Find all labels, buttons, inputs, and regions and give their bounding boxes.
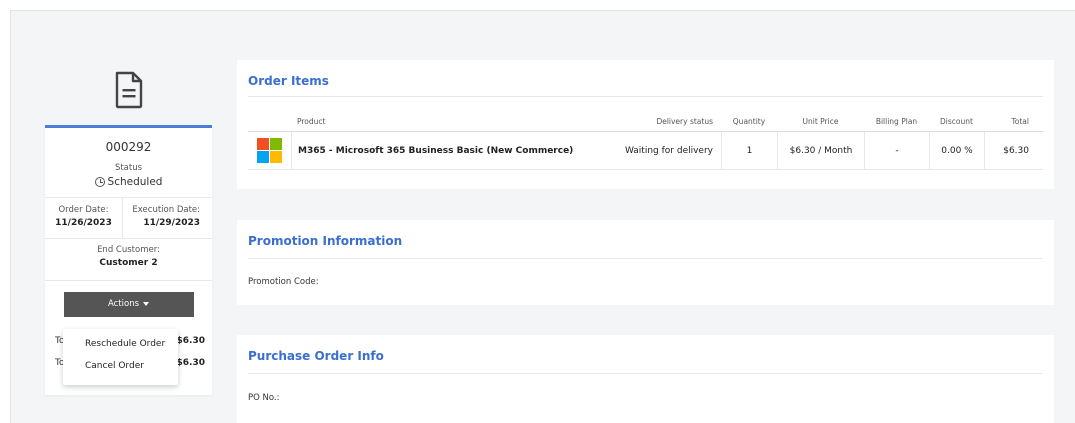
table-row: M365 - Microsoft 365 Business Basic (New… (248, 132, 1043, 170)
order-items-title: Order Items (248, 74, 329, 88)
total-value: $6.30 (176, 358, 205, 368)
end-customer-label: End Customer: (97, 245, 160, 255)
status-value: Scheduled (45, 176, 212, 188)
actions-label: Actions (107, 299, 140, 309)
actions-button[interactable]: Actions (63, 292, 194, 317)
header-total: Total (1011, 117, 1029, 126)
header-billing-plan: Billing Plan (875, 117, 918, 126)
table-header: Product Delivery status Quantity Unit Pr… (248, 112, 1043, 132)
discount: 0.00 % (929, 132, 984, 169)
promotion-title: Promotion Information (248, 234, 403, 248)
header-quantity: Quantity (732, 117, 766, 126)
execution-date-label: Execution Date: (132, 205, 200, 215)
billing-plan: - (864, 132, 929, 169)
promotion-code-label: Promotion Code: (248, 277, 319, 287)
status-text: Scheduled (107, 176, 163, 188)
order-items-panel: Order Items Product Delivery status Quan… (237, 60, 1054, 189)
logo-green-square (270, 138, 282, 150)
delivery-status: Waiting for delivery (624, 145, 713, 156)
purchase-order-title: Purchase Order Info (248, 349, 384, 363)
execution-date: Execution Date: 11/29/2023 (123, 198, 212, 238)
order-date-value: 11/26/2023 (55, 218, 112, 228)
document-icon (115, 71, 142, 109)
caret-down-icon (143, 301, 150, 306)
divider (248, 96, 1043, 97)
promotion-panel: Promotion Information Promotion Code: (237, 220, 1054, 305)
order-items-table: Product Delivery status Quantity Unit Pr… (248, 112, 1043, 170)
divider (248, 373, 1043, 374)
logo-red-square (257, 138, 269, 150)
microsoft-logo-icon (257, 138, 282, 163)
header-product: Product (297, 117, 326, 126)
quantity: 1 (721, 132, 777, 169)
order-date-label: Order Date: (58, 205, 109, 215)
status-label: Status (114, 163, 143, 173)
clock-icon (94, 177, 105, 187)
logo-yellow-square (270, 151, 282, 163)
header-unit-price: Unit Price (802, 117, 839, 126)
po-number-label: PO No.: (248, 393, 280, 403)
header-discount: Discount (940, 117, 973, 126)
purchase-order-panel: Purchase Order Info PO No.: (237, 335, 1054, 423)
order-dates: Order Date: 11/26/2023 Execution Date: 1… (45, 197, 212, 239)
line-total: $6.30 (984, 132, 1029, 169)
header-delivery-status: Delivery status (656, 117, 713, 126)
logo-blue-square (257, 151, 269, 163)
actions-dropdown-menu: Reschedule Order Cancel Order (63, 329, 178, 385)
product-name: M365 - Microsoft 365 Business Basic (New… (291, 132, 601, 169)
total-value: $6.30 (176, 336, 205, 346)
order-date: Order Date: 11/26/2023 (45, 198, 123, 238)
end-customer: End Customer: Customer 2 (45, 239, 212, 281)
order-number: 000292 (105, 140, 152, 154)
logo-cell (248, 138, 291, 163)
execution-date-value: 11/29/2023 (143, 218, 200, 228)
order-icon-area (45, 55, 212, 125)
divider (248, 258, 1043, 259)
menu-item-cancel-order[interactable]: Cancel Order (63, 359, 178, 381)
menu-item-reschedule-order[interactable]: Reschedule Order (63, 337, 178, 359)
unit-price: $6.30 / Month (777, 132, 864, 169)
end-customer-value: Customer 2 (99, 258, 158, 268)
